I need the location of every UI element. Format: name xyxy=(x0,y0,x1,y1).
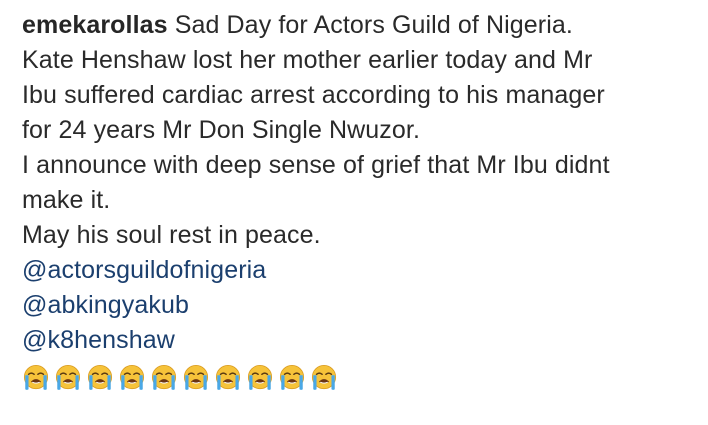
caption-line-3: Ibu suffered cardiac arrest according to… xyxy=(22,81,605,109)
loudly-crying-face-icon xyxy=(151,365,177,390)
loudly-crying-face-icon xyxy=(183,365,209,390)
caption-line-6: make it. xyxy=(22,186,111,214)
post-caption: emekarollas Sad Day for Actors Guild of … xyxy=(22,8,692,394)
loudly-crying-face-icon xyxy=(119,365,145,390)
mention-k8henshaw[interactable]: @k8henshaw xyxy=(22,323,692,358)
loudly-crying-face-icon xyxy=(87,365,113,390)
caption-line-1: emekarollas Sad Day for Actors Guild of … xyxy=(22,8,692,43)
caption-line-5: I announce with deep sense of grief that… xyxy=(22,151,610,179)
mention-actors-guild[interactable]: @actorsguildofnigeria xyxy=(22,253,692,288)
caption-line-4: for 24 years Mr Don Single Nwuzor. xyxy=(22,116,421,144)
caption-line-7: May his soul rest in peace. xyxy=(22,221,321,249)
emoji-row xyxy=(22,362,692,394)
username-link[interactable]: emekarollas xyxy=(22,11,168,39)
caption-text: Sad Day for Actors Guild of Nigeria. xyxy=(174,11,573,39)
loudly-crying-face-icon xyxy=(311,365,337,390)
mention-abkingyakub[interactable]: @abkingyakub xyxy=(22,288,692,323)
loudly-crying-face-icon xyxy=(279,365,305,390)
caption-line-2: Kate Henshaw lost her mother earlier tod… xyxy=(22,46,593,74)
loudly-crying-face-icon xyxy=(247,365,273,390)
loudly-crying-face-icon xyxy=(215,365,241,390)
loudly-crying-face-icon xyxy=(55,365,81,390)
loudly-crying-face-icon xyxy=(23,365,49,390)
